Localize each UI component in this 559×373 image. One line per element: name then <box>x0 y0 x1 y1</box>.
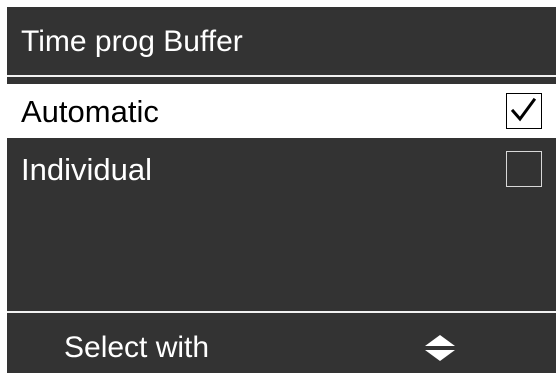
option-automatic[interactable]: Automatic <box>7 84 556 138</box>
checkbox-automatic[interactable] <box>506 93 542 129</box>
up-down-arrows-icon <box>425 335 455 361</box>
option-label: Automatic <box>21 94 159 129</box>
footer-hint: Select with <box>64 331 210 364</box>
checkbox-individual[interactable] <box>506 151 542 187</box>
display-screen: Time prog Buffer Automatic Individual Se… <box>7 7 556 373</box>
option-label: Individual <box>21 152 152 187</box>
title-bar: Time prog Buffer <box>7 7 556 75</box>
checkmark-icon <box>510 97 537 122</box>
title-divider <box>7 75 556 77</box>
page-title: Time prog Buffer <box>21 25 243 58</box>
option-individual[interactable]: Individual <box>7 142 556 196</box>
footer-bar: Select with <box>7 313 556 373</box>
